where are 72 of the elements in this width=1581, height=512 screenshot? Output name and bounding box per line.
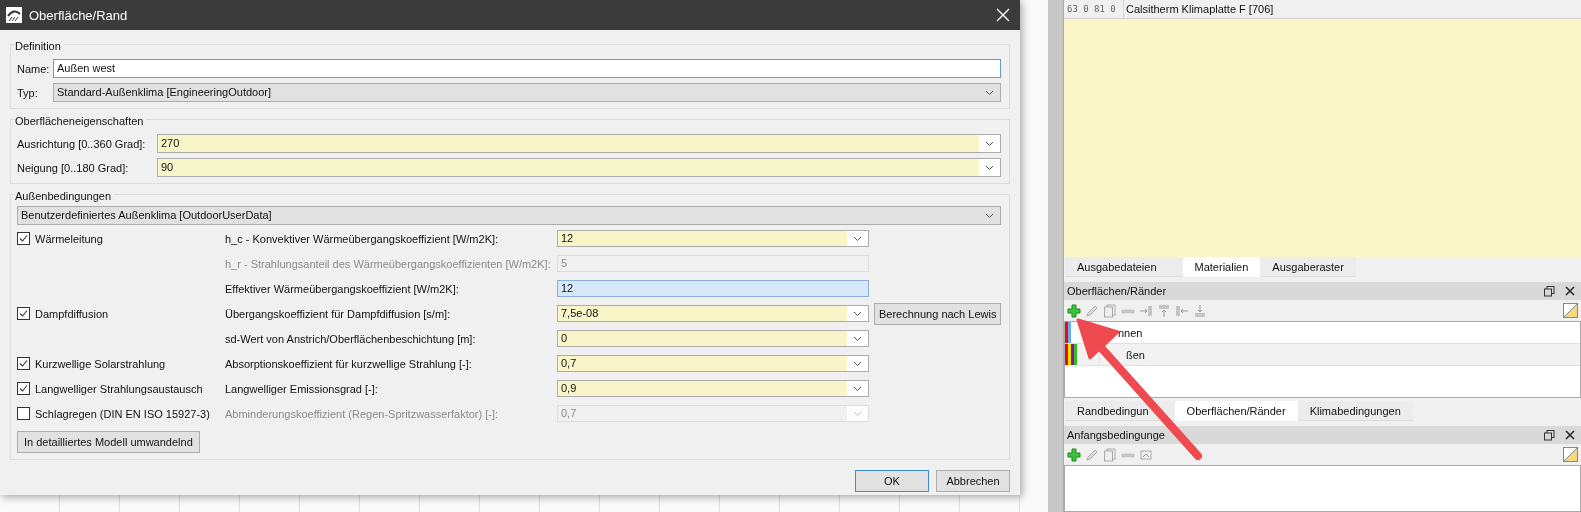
checkbox[interactable] <box>17 307 30 320</box>
add-icon[interactable] <box>1067 303 1081 318</box>
tab[interactable]: Ausgaberaster <box>1260 257 1356 277</box>
pencil-icon[interactable] <box>1085 447 1099 462</box>
field-label: Neigung [0..180 Grad]: <box>17 161 130 174</box>
tab[interactable]: Randbedingun <box>1065 401 1175 421</box>
add-icon[interactable] <box>1067 447 1081 462</box>
checkbox[interactable] <box>17 232 30 245</box>
value-dropdown[interactable]: 0,7 <box>557 355 869 372</box>
field-label: Absorptionskoeffizient für kurzwellige Strahlung [-]: <box>225 357 473 370</box>
checkbox-label[interactable]: Dampfdiffusion <box>35 307 109 320</box>
field-label: sd-Wert von Anstrich/Oberflächenbeschichtung [m]: <box>225 332 477 345</box>
float-icon[interactable] <box>1544 429 1555 441</box>
field-label: h_c - Konvektiver Wärmeübergangskoeffizient [W/m2K]: <box>225 232 500 245</box>
field-label: Abminderungskoeffizient (Regen-Spritzwasserfaktor) [-]: <box>225 407 500 420</box>
calculate-button[interactable]: Berechnung nach Lewis <box>874 302 1002 325</box>
chevron-down-icon <box>985 212 994 219</box>
chevron-down-icon <box>853 335 862 342</box>
chevron-down-icon <box>853 310 862 317</box>
chevron-down-icon <box>985 164 994 171</box>
copy-icon[interactable] <box>1103 447 1117 462</box>
tab[interactable]: Klimabedingungen <box>1297 401 1413 421</box>
value-dropdown[interactable]: 12 <box>557 230 869 247</box>
app-logo-icon <box>6 7 22 23</box>
value-dropdown[interactable]: 90 <box>157 158 1001 177</box>
tab[interactable]: Materialien <box>1182 257 1261 277</box>
value-dropdown[interactable]: 0 <box>557 330 869 347</box>
chevron-down-icon <box>853 385 862 392</box>
chevron-down-icon <box>985 89 994 96</box>
close-icon[interactable] <box>1565 430 1575 440</box>
field-label: Langwelliger Emissionsgrad [-]: <box>225 382 379 395</box>
material-numbers: 63 0 81 0 <box>1064 0 1124 18</box>
readonly-field: 5 <box>557 255 869 272</box>
chevron-down-icon <box>985 140 994 147</box>
chevron-down-icon <box>853 235 862 242</box>
field-label: Übergangskoeffizient für Dampfdiffusion [s/m]: <box>225 307 452 320</box>
list-item[interactable]: ßen <box>1065 344 1580 366</box>
value-dropdown[interactable]: 270 <box>157 134 1001 153</box>
float-icon[interactable] <box>1544 285 1555 297</box>
field-label: Typ: <box>17 86 39 99</box>
field-label: Name: <box>17 62 51 75</box>
close-icon[interactable] <box>1565 286 1575 296</box>
color-toggle-icon[interactable] <box>1563 447 1578 462</box>
chevron-down-icon <box>853 410 862 417</box>
pencil-icon[interactable] <box>1085 303 1099 318</box>
tab[interactable]: Oberflächen/Ränder <box>1174 401 1298 421</box>
color-toggle-icon[interactable] <box>1563 303 1578 318</box>
checkbox[interactable] <box>17 382 30 395</box>
panel-title: Oberflächen/Ränder <box>1067 285 1168 297</box>
tab[interactable]: Ausgabedateien <box>1065 257 1183 277</box>
field-label: h_r - Strahlungsanteil des Wärmeübergangskoeffizienten [W/m2K]: <box>225 257 552 270</box>
name-field[interactable]: Außen west <box>53 59 1001 78</box>
climate-model-dropdown[interactable]: Benutzerdefiniertes Außenklima [OutdoorUserData] <box>17 206 1001 225</box>
window-title: Oberfläche/Rand <box>29 7 129 23</box>
checkbox[interactable] <box>17 357 30 370</box>
convert-button[interactable]: In detailliertes Modell umwandelnd <box>17 431 200 453</box>
dialog-button[interactable]: Abbrechen <box>936 470 1010 492</box>
material-name: Calsitherm Klimaplatte F [706] <box>1125 3 1274 15</box>
panel-title: Anfangsbedingunge <box>1067 429 1166 441</box>
value-dropdown[interactable]: 0,9 <box>557 380 869 397</box>
dialog-button[interactable]: OK <box>855 470 929 492</box>
checkbox-label[interactable]: Kurzwellige Solarstrahlung <box>35 357 166 370</box>
field-label: Ausrichtung [0..360 Grad]: <box>17 137 147 150</box>
chevron-down-icon <box>853 360 862 367</box>
checkbox-label[interactable]: Wärmeleitung <box>35 232 103 245</box>
copy-icon[interactable] <box>1103 303 1117 318</box>
value-dropdown[interactable]: 7,5e-08 <box>557 305 869 322</box>
image-icon[interactable] <box>1139 447 1153 462</box>
checkbox-label[interactable]: Langwelliger Strahlungsaustausch <box>35 382 203 395</box>
type-dropdown[interactable]: Standard-Außenklima [EngineeringOutdoor] <box>53 83 1001 102</box>
field-label: Effektiver Wärmeübergangskoeffizient [W/m2K]: <box>225 282 460 295</box>
result-field: 12 <box>557 280 869 297</box>
